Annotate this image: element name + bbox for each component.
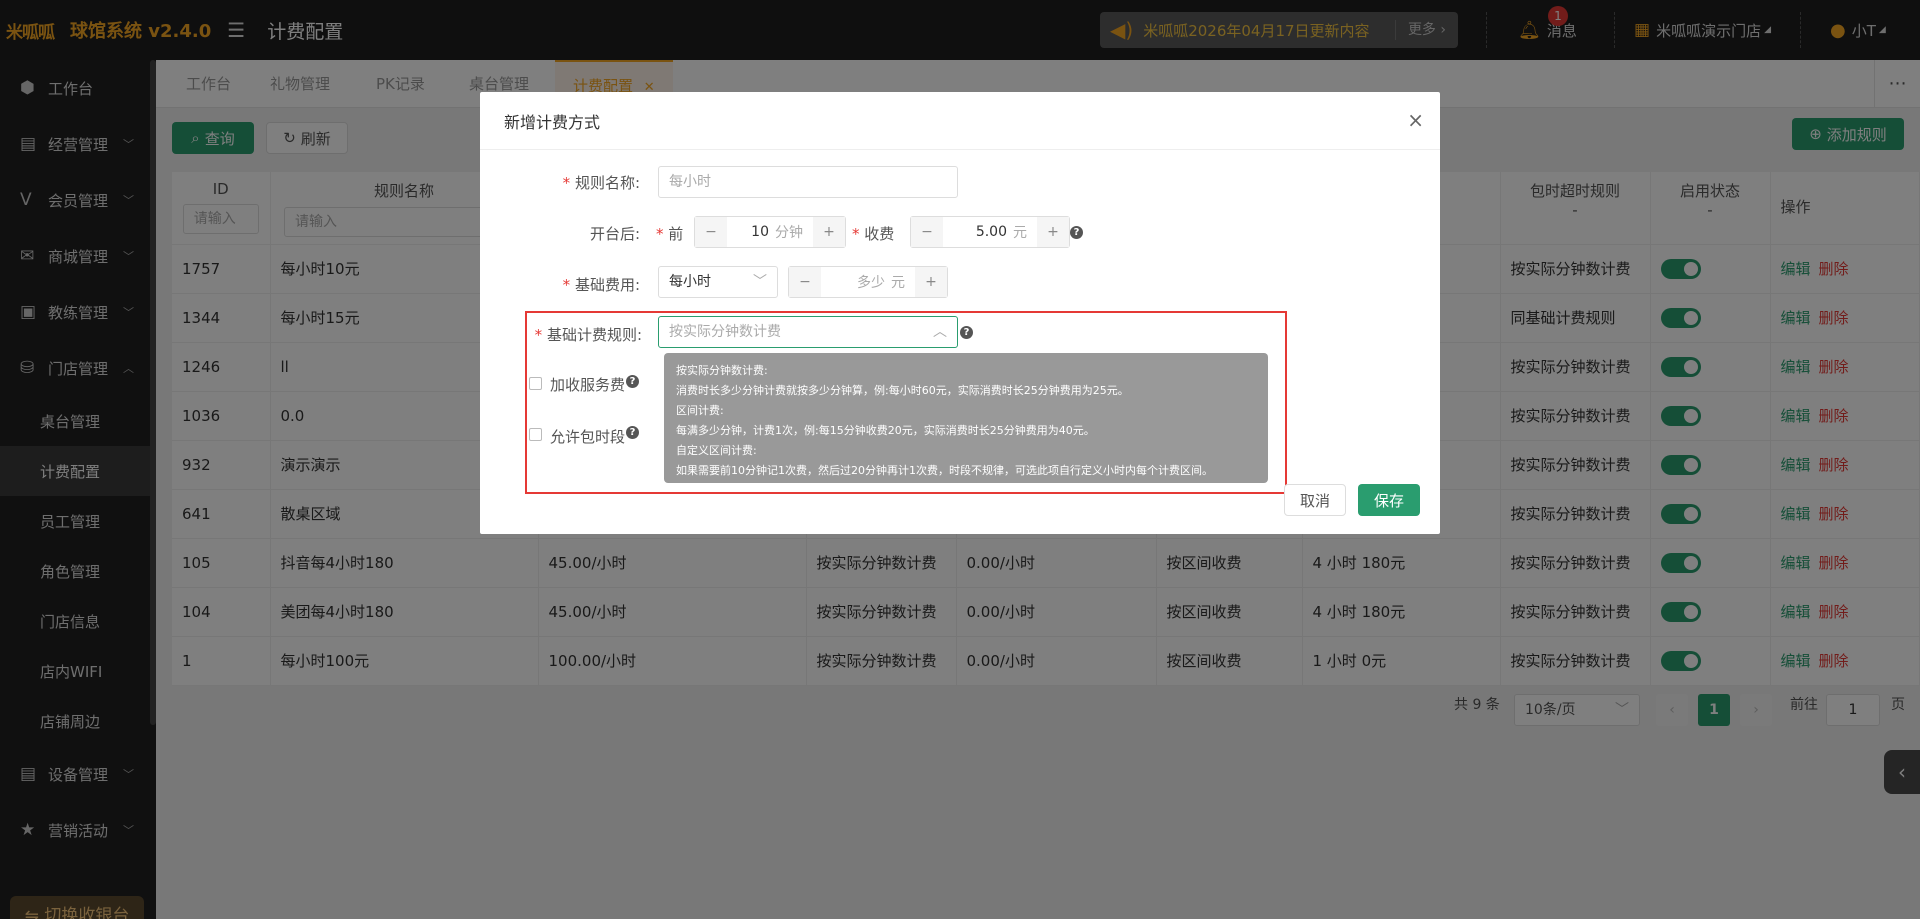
charge-label: * 收费 bbox=[852, 225, 895, 243]
plus-icon[interactable]: + bbox=[915, 267, 947, 297]
extra-service-label: 加收服务费 bbox=[550, 376, 626, 394]
base-fee-label: * 基础费用: bbox=[562, 276, 640, 294]
help-icon[interactable]: ? bbox=[626, 426, 639, 439]
chevron-down-icon: ﹀ bbox=[753, 274, 767, 290]
help-icon[interactable]: ? bbox=[960, 326, 973, 339]
minus-icon[interactable]: − bbox=[789, 267, 821, 297]
minus-icon[interactable]: − bbox=[695, 217, 727, 247]
plus-icon[interactable]: + bbox=[1037, 217, 1069, 247]
save-button[interactable]: 保存 bbox=[1358, 484, 1420, 516]
extra-service-checkbox[interactable] bbox=[529, 377, 542, 390]
rule-name-input[interactable]: 每小时 bbox=[658, 166, 958, 198]
cancel-button[interactable]: 取消 bbox=[1284, 484, 1346, 516]
base-rule-select[interactable]: 按实际分钟数计费 ︿ bbox=[658, 316, 958, 348]
before-minutes-stepper[interactable]: − 10 分钟 + bbox=[694, 216, 846, 248]
base-rule-label: * 基础计费规则: bbox=[534, 326, 642, 344]
billing-rule-tooltip: 按实际分钟数计费: 消费时长多少分钟计费就按多少分钟算，例:每小时60元，实际消… bbox=[664, 353, 1268, 483]
dialog-title: 新增计费方式 bbox=[504, 112, 601, 132]
plus-icon[interactable]: + bbox=[813, 217, 845, 247]
charge-stepper[interactable]: − 5.00 元 + bbox=[910, 216, 1070, 248]
open-label: 开台后: bbox=[589, 225, 640, 243]
base-fee-stepper[interactable]: − 多少 元 + bbox=[788, 266, 948, 298]
help-icon[interactable]: ? bbox=[626, 375, 639, 388]
before-label: * 前 bbox=[656, 225, 684, 243]
rule-name-label: * 规则名称: bbox=[562, 174, 640, 192]
chevron-up-icon: ︿ bbox=[933, 324, 947, 340]
base-fee-select[interactable]: 每小时 ﹀ bbox=[658, 266, 778, 298]
close-icon[interactable]: × bbox=[1407, 108, 1424, 132]
allow-package-checkbox[interactable] bbox=[529, 428, 542, 441]
allow-package-label: 允许包时段 bbox=[550, 428, 626, 446]
dialog-header: 新增计费方式 × bbox=[480, 92, 1440, 150]
minus-icon[interactable]: − bbox=[911, 217, 943, 247]
help-icon[interactable]: ? bbox=[1070, 226, 1083, 239]
